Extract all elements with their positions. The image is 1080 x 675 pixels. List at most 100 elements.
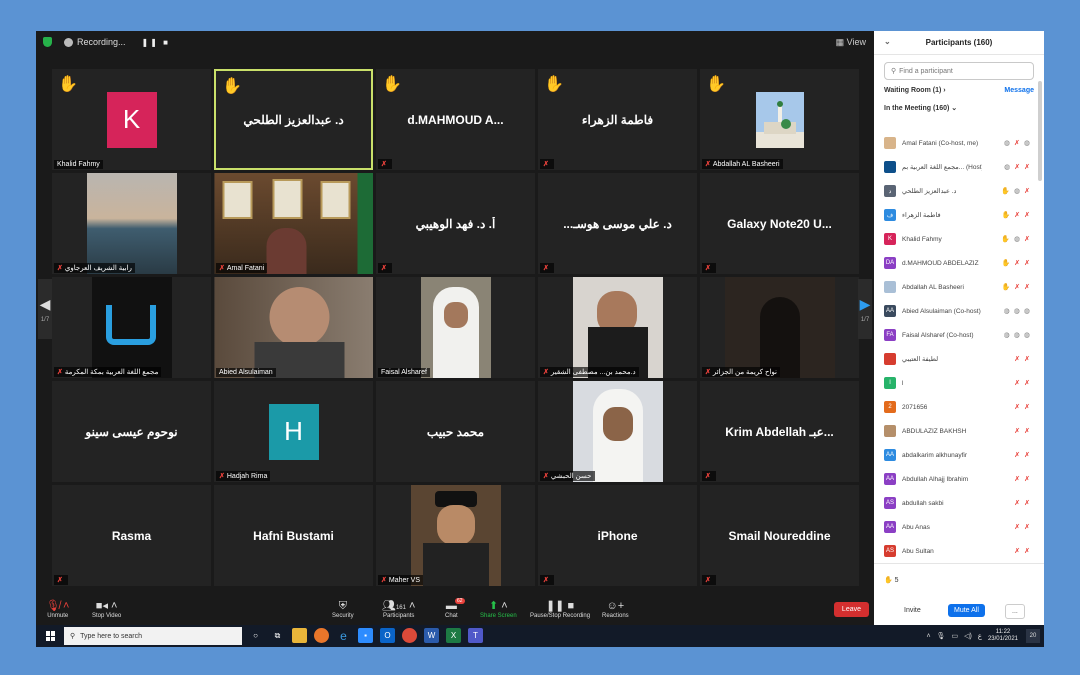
video-tile[interactable]: د. عبدالعزيز الطلحي ✋ [214, 69, 373, 170]
file-explorer-icon[interactable] [292, 628, 307, 643]
participant-status-icons: ✋ ✗ ✗ [1002, 211, 1030, 219]
edge-icon[interactable]: e [336, 628, 351, 643]
taskbar-clock[interactable]: 11:22 23/01/2021 [988, 629, 1018, 643]
participant-row[interactable]: د د. عبدالعزيز الطلحي ✋ ◍ ✗ [874, 179, 1036, 203]
video-tile[interactable]: ✋ ✗ Abdallah AL Basheeri [700, 69, 859, 170]
video-tile[interactable]: ✗ د.محمد بن... مصطفى الشقير [538, 277, 697, 378]
video-tile[interactable]: iPhone ✗ [538, 485, 697, 586]
excel-icon[interactable]: X [446, 628, 461, 643]
reactions-button[interactable]: ☺+ Reactions [602, 599, 629, 619]
word-icon[interactable]: W [424, 628, 439, 643]
waiting-room-row[interactable]: Waiting Room (1) › Message [884, 87, 1034, 94]
avatar: د [884, 185, 896, 197]
video-tile[interactable]: أ. د. فهد الوهيبي ✗ [376, 173, 535, 274]
recording-controls[interactable]: ❚❚ ■ [142, 38, 170, 47]
video-tile[interactable]: فاطمة الزهراء ✋ ✗ [538, 69, 697, 170]
outlook-icon[interactable]: O [380, 628, 395, 643]
video-tile[interactable]: نوحوم عيسى سينو [52, 381, 211, 482]
prev-page-button[interactable]: ◀ 1/7 [38, 279, 52, 339]
pause-stop-recording-button[interactable]: ❚❚ ■ Pause/Stop Recording [530, 599, 590, 619]
cortana-icon[interactable]: ○ [248, 628, 263, 643]
muted-icon: ✗ [1014, 428, 1021, 435]
video-tile[interactable]: Faisal Alsharef [376, 277, 535, 378]
search-icon: ⚲ [891, 68, 897, 75]
participant-row[interactable]: 2 2071656 ✗ ✗ [874, 395, 1036, 419]
participant-row[interactable]: ABDULAZIZ BAKHSH ✗ ✗ [874, 419, 1036, 443]
zoom-icon[interactable]: ▪ [358, 628, 373, 643]
participant-row[interactable]: AA Abdullah Alhajj Ibrahim ✗ ✗ [874, 467, 1036, 491]
participant-name: d.MAHMOUD ABDELAZIZ [902, 259, 979, 267]
participant-row[interactable]: AA abdalkarim alkhunayfir ✗ ✗ [874, 443, 1036, 467]
in-meeting-header[interactable]: In the Meeting (160) ⌄ [884, 104, 1034, 112]
more-button[interactable]: ... [1005, 604, 1025, 619]
share-screen-button[interactable]: ⬆ ˄ Share Screen [480, 599, 517, 619]
video-tile[interactable]: ✗ نواح كريمة من الجزائر [700, 277, 859, 378]
muted-icon: ✗ [1024, 548, 1030, 555]
invite-button[interactable]: Invite [898, 604, 927, 617]
taskbar-search-input[interactable]: ⚲ Type here to search [64, 627, 242, 645]
video-tile[interactable]: Rasma ✗ [52, 485, 211, 586]
view-button[interactable]: ▦ View [836, 37, 866, 48]
panel-scrollbar[interactable] [1038, 81, 1042, 181]
participant-row[interactable]: مجمع اللغة العربية بم... (Host) ◍ ✗ ✗ [874, 155, 1036, 179]
task-view-icon[interactable]: ⧉ [270, 628, 285, 643]
participants-button[interactable]: 👥︎161 ˄ Participants [382, 599, 415, 619]
leave-button[interactable]: Leave [833, 602, 869, 617]
participant-row[interactable]: FA Faisal Alsharef (Co-host) ◍ ◍ ◍ [874, 323, 1036, 347]
video-tile[interactable]: ✗ حسن الحبشي [538, 381, 697, 482]
firefox-icon[interactable] [314, 628, 329, 643]
participant-row[interactable]: AA Abied Alsulaiman (Co-host) ◍ ◍ ◍ [874, 299, 1036, 323]
participant-row[interactable]: K Khalid Fahmy ✋ ◍ ✗ [874, 227, 1036, 251]
chrome-icon[interactable] [402, 628, 417, 643]
participant-name-label: ✗ رابية الشريف العرجاوي [54, 263, 135, 273]
participant-name: Maher VS [388, 577, 420, 584]
chevron-down-icon[interactable]: ⌄ [884, 37, 891, 46]
chat-button[interactable]: ▬ 62 Chat [445, 598, 465, 619]
unmute-button[interactable]: 🎙︎̸ ˄ Unmute [46, 599, 69, 619]
next-page-button[interactable]: ▶ 1/7 [858, 279, 872, 339]
mute-all-button[interactable]: Mute All [948, 604, 985, 617]
windows-start-icon[interactable] [46, 631, 56, 641]
network-icon[interactable]: ▭ [951, 632, 958, 640]
message-button[interactable]: Message [1004, 87, 1034, 94]
video-tile[interactable]: Hafni Bustami [214, 485, 373, 586]
video-tile[interactable]: ✗ مجمع اللغة العربية بمكة المكرمة [52, 277, 211, 378]
notification-center-button[interactable]: 20 [1026, 629, 1040, 643]
participant-row[interactable]: ف فاطمة الزهراء ✋ ✗ ✗ [874, 203, 1036, 227]
participant-row[interactable]: AA Abu Anas ✗ ✗ [874, 515, 1036, 539]
muted-icon: ✗ [1024, 260, 1030, 267]
participant-row[interactable]: DA d.MAHMOUD ABDELAZIZ ✋ ✗ ✗ [874, 251, 1036, 275]
participant-row[interactable]: AS Abu Sultan ✗ ✗ [874, 539, 1036, 563]
video-tile[interactable]: Smail Noureddine ✗ [700, 485, 859, 586]
security-button[interactable]: ⛨ Security [332, 599, 354, 619]
video-tile[interactable]: ...د. علي موسى هوسـ ✗ [538, 173, 697, 274]
video-tile[interactable]: d.MAHMOUD A... ✋ ✗ [376, 69, 535, 170]
video-tile[interactable]: محمد حبيب [376, 381, 535, 482]
raised-hand-icon: ✋ [544, 76, 564, 93]
participant-row[interactable]: Abdallah AL Basheeri ✋ ✗ ✗ [874, 275, 1036, 299]
participant-row[interactable]: AS abdullah sakbi ✗ ✗ [874, 491, 1036, 515]
microphone-tray-icon[interactable]: 🎙︎ [937, 632, 946, 640]
participant-row[interactable]: Amal Fatani (Co-host, me) ◍ ✗ ◍ [874, 131, 1036, 155]
video-tile[interactable]: Galaxy Note20 U... ✗ [700, 173, 859, 274]
video-tile[interactable]: K ✋ Khalid Fahmy [52, 69, 211, 170]
tray-chevron-icon[interactable]: ˄ [926, 633, 930, 640]
teams-icon[interactable]: T [468, 628, 483, 643]
video-tile[interactable]: H ✗ Hadjah Rima [214, 381, 373, 482]
recording-button-label: Pause/Stop Recording [530, 613, 591, 619]
video-tile[interactable]: ✗ Maher VS [376, 485, 535, 586]
avatar [884, 281, 896, 293]
video-tile[interactable]: Krim Abdellah عبـ... ✗ [700, 381, 859, 482]
video-tile[interactable]: ✗ رابية الشريف العرجاوي [52, 173, 211, 274]
video-tile[interactable]: Abied Alsulaiman [214, 277, 373, 378]
stop-video-button[interactable]: ■◂ ˄ Stop Video [92, 599, 121, 619]
muted-icon: ✗ [1014, 404, 1021, 411]
video-tile[interactable]: ✗ Amal Fatani [214, 173, 373, 274]
language-indicator[interactable]: ع [978, 632, 982, 640]
participant-row[interactable]: لطيفة العتيبي ✗ ✗ [874, 347, 1036, 371]
volume-icon[interactable]: ◁) [964, 632, 972, 640]
participant-search-input[interactable]: ⚲ Find a participant [884, 62, 1034, 80]
security-shield-icon[interactable] [43, 37, 52, 47]
muted-icon: ✗ [1024, 500, 1030, 507]
participant-row[interactable]: l l ✗ ✗ [874, 371, 1036, 395]
